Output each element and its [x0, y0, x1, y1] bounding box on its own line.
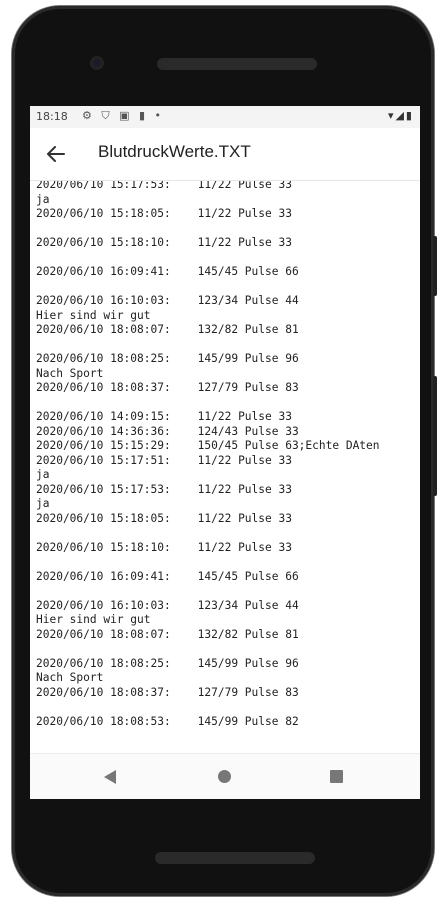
volume-button	[433, 376, 437, 496]
file-content[interactable]: 2020/06/10 15:17:53: 11/22 Pulse 33 ja 2…	[30, 181, 420, 753]
square-recents-icon[interactable]	[330, 770, 343, 783]
back-arrow-icon[interactable]	[42, 140, 70, 168]
power-button	[433, 236, 437, 296]
triangle-back-icon[interactable]	[104, 770, 116, 784]
page-title: BlutdruckWerte.TXT	[98, 142, 251, 161]
front-camera	[90, 56, 104, 70]
log-text: 2020/06/10 15:17:53: 11/22 Pulse 33 ja 2…	[36, 181, 380, 728]
notification-icons: ⚙ ⛉ ▣ ▮ •	[82, 109, 165, 122]
status-bar: 18:18 ⚙ ⛉ ▣ ▮ • ▾◢▮	[30, 106, 420, 128]
screen: 18:18 ⚙ ⛉ ▣ ▮ • ▾◢▮ BlutdruckWerte.TXT 2…	[30, 106, 420, 799]
signal-battery-icons: ▾◢▮	[387, 109, 414, 122]
circle-home-icon[interactable]	[218, 770, 231, 783]
system-nav-bar	[30, 753, 420, 799]
earpiece-speaker	[157, 58, 317, 70]
status-time: 18:18	[36, 110, 68, 123]
app-bar: BlutdruckWerte.TXT	[30, 128, 420, 181]
bottom-speaker	[155, 852, 315, 864]
